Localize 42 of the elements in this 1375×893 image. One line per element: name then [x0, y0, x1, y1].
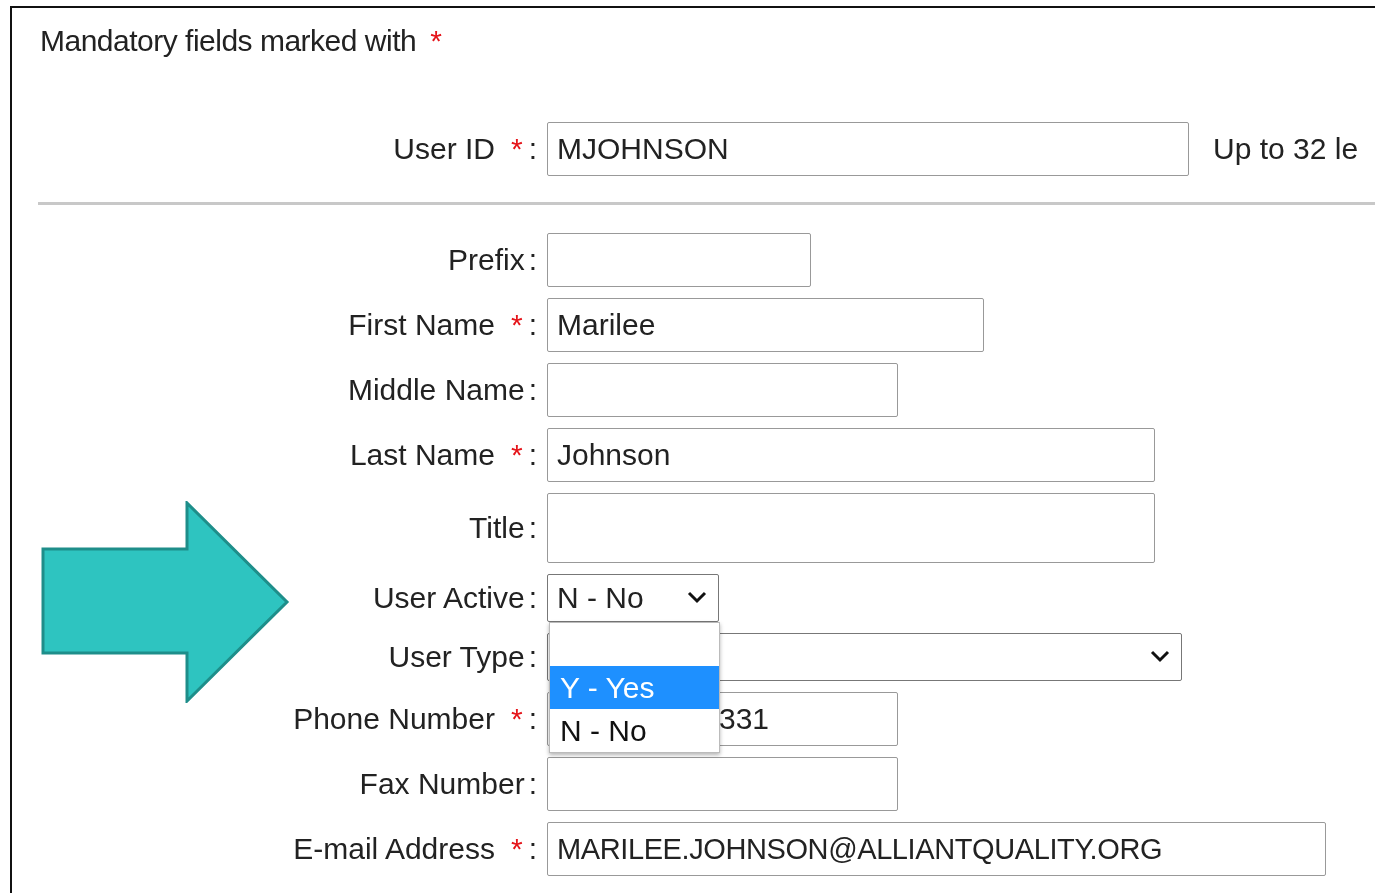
field-label: First Name: [348, 308, 495, 342]
input-field[interactable]: [547, 493, 1155, 563]
required-marker: *: [510, 438, 523, 472]
field-label: Title: [469, 511, 525, 545]
required-marker: *: [430, 24, 442, 57]
required-marker: *: [510, 702, 523, 736]
field-label: User Active: [372, 581, 525, 615]
colon-text: :: [528, 702, 537, 736]
input-field[interactable]: [547, 757, 898, 811]
field-label: Prefix: [447, 243, 525, 277]
dropdown[interactable]: N - No: [547, 574, 719, 622]
hint-text: Up to 32 le: [1213, 132, 1359, 166]
colon-text: :: [528, 308, 537, 342]
input-field[interactable]: Marilee: [547, 298, 984, 352]
input-field[interactable]: [547, 233, 811, 287]
chevron-down-icon: [686, 590, 708, 604]
required-marker: *: [510, 132, 523, 166]
required-marker: *: [510, 308, 523, 342]
input-field[interactable]: Johnson: [547, 428, 1155, 482]
colon-text: :: [528, 438, 537, 472]
colon-text: :: [528, 373, 537, 407]
colon-text: :: [528, 581, 537, 615]
chevron-down-icon: [1149, 649, 1171, 663]
colon-text: :: [528, 243, 537, 277]
field-label: Middle Name: [347, 373, 525, 407]
colon-text: :: [528, 511, 537, 545]
field-label: User ID: [393, 132, 495, 166]
input-field[interactable]: [547, 363, 898, 417]
colon-text: :: [528, 132, 537, 166]
field-label: Fax Number: [359, 767, 525, 801]
input-field[interactable]: MJOHNSON: [547, 122, 1189, 176]
input-field[interactable]: MARILEE.JOHNSON@ALLIANTQUALITY.ORG: [547, 822, 1326, 876]
instruction-text: Mandatory fields marked with: [40, 24, 417, 57]
field-label: E-mail Address: [293, 832, 495, 866]
field-label: Last Name: [349, 438, 495, 472]
colon-text: :: [528, 832, 537, 866]
required-marker: *: [510, 832, 523, 866]
arrow-icon: [41, 501, 291, 703]
field-label: Phone Number: [293, 702, 495, 736]
colon-text: :: [528, 767, 537, 801]
colon-text: :: [528, 640, 537, 674]
field-label: User Type: [388, 640, 525, 674]
